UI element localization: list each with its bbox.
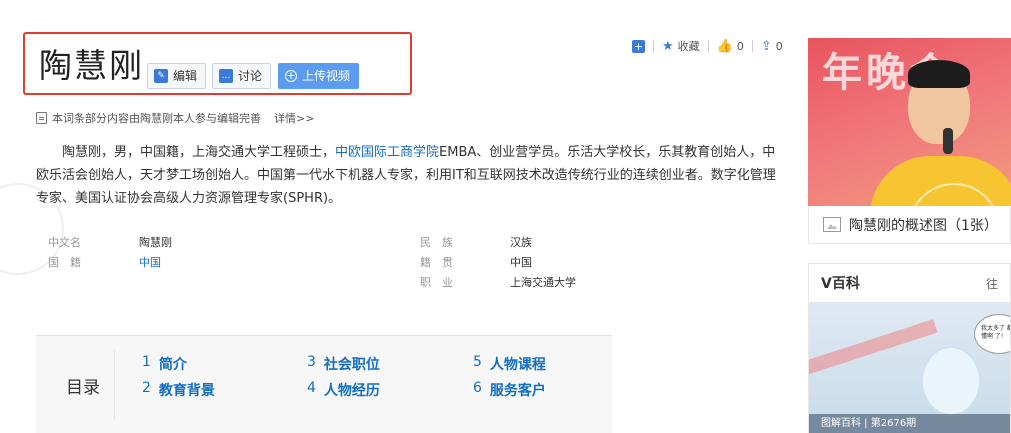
info-row: 国 籍 中国 — [48, 253, 172, 273]
plus-circle-icon: + — [285, 69, 297, 82]
info-value: 中国 — [510, 256, 532, 269]
divider — [707, 40, 709, 52]
info-value: 陶慧刚 — [139, 236, 172, 249]
pencil-icon: ✎ — [154, 69, 168, 83]
catalog-label-text: 社会职位 — [323, 357, 380, 373]
edit-button[interactable]: ✎ 编辑 — [147, 63, 207, 89]
vbaike-header: V百科 往 — [809, 264, 1010, 302]
info-row: 职 业 上海交通大学 — [420, 273, 576, 293]
edit-note: 本词条部分内容由陶慧刚本人参与编辑完善 详情>> — [36, 110, 314, 126]
catalog-num: 3 — [307, 354, 316, 370]
speech-bubble: 我太多了 都不懂啊 了! — [974, 314, 1010, 354]
catalog-label-text: 人物课程 — [489, 357, 546, 373]
catalog-divider — [114, 350, 115, 420]
catalog: 目录 1 简介 2 教育背景 3 社会职位 4 人物经历 5 人物课程 6 服务… — [36, 335, 612, 433]
photo-person-hair — [908, 60, 970, 88]
catalog-item-experience[interactable]: 4 人物经历 — [307, 380, 380, 400]
edit-note-text: 本词条部分内容由陶慧刚本人参与编辑完善 — [52, 112, 261, 125]
photo-caption-text: 陶慧刚的概述图（1张） — [849, 217, 998, 234]
catalog-label-text: 服务客户 — [489, 383, 546, 399]
catalog-label-text: 人物经历 — [323, 383, 380, 399]
star-icon[interactable]: ★ — [662, 39, 674, 54]
details-link[interactable]: 详情>> — [274, 110, 314, 126]
like-count: 0 — [736, 39, 744, 53]
add-icon[interactable]: + — [632, 39, 645, 53]
entry-main: 陶慧刚 ✎ 编辑 … 讨论 + 上传视频 + ★ 收藏 👍 0 ⇪ 0 本词条部… — [0, 0, 800, 433]
chat-icon: … — [219, 69, 233, 83]
discuss-button-label: 讨论 — [238, 69, 263, 83]
info-key: 国 籍 — [48, 256, 81, 269]
page-title: 陶慧刚 — [39, 46, 144, 85]
info-value: 汉族 — [510, 236, 532, 249]
info-row: 民 族 汉族 — [420, 233, 576, 253]
catalog-item-intro[interactable]: 1 简介 — [142, 354, 187, 374]
favorite-label[interactable]: 收藏 — [678, 38, 700, 54]
discuss-button[interactable]: … 讨论 — [212, 63, 272, 89]
info-value-link[interactable]: 中国 — [139, 253, 161, 273]
catalog-num: 2 — [142, 380, 151, 396]
vbaike-more-link[interactable]: 往 — [986, 275, 998, 292]
basic-info-right: 民 族 汉族 籍 贯 中国 职 业 上海交通大学 — [420, 233, 576, 293]
info-value: 上海交通大学 — [510, 276, 576, 289]
info-key: 籍 贯 — [420, 256, 453, 269]
edit-button-label: 编辑 — [173, 69, 198, 83]
info-key: 中文名 — [48, 236, 81, 249]
info-key: 民 族 — [420, 236, 453, 249]
microphone-icon — [943, 128, 953, 154]
catalog-item-courses[interactable]: 5 人物课程 — [473, 354, 546, 374]
catalog-num: 5 — [473, 354, 482, 370]
catalog-item-clients[interactable]: 6 服务客户 — [473, 380, 546, 400]
image-icon — [823, 217, 841, 232]
info-key: 职 业 — [420, 276, 453, 289]
upload-video-button[interactable]: + 上传视频 — [278, 63, 360, 89]
vbaike-title: V百科 — [821, 276, 860, 292]
catalog-label: 目录 — [66, 378, 100, 398]
catalog-label-text: 简介 — [158, 357, 187, 373]
speech-bubble-text: 我太多了 都不懂啊 了! — [981, 325, 1010, 340]
thumbs-up-icon[interactable]: 👍 — [717, 39, 733, 54]
upload-video-label: 上传视频 — [302, 69, 351, 83]
summary-photo[interactable]: 年晚会 — [808, 38, 1011, 206]
share-count: 0 — [775, 39, 783, 53]
vbaike-footer: 图解百科 | 第2676期 — [809, 414, 1010, 433]
divider — [751, 40, 753, 52]
info-row: 中文名 陶慧刚 — [48, 233, 172, 253]
photo-caption[interactable]: 陶慧刚的概述图（1张） — [808, 206, 1011, 244]
catalog-num: 6 — [473, 380, 482, 396]
share-icon[interactable]: ⇪ — [761, 39, 772, 54]
catalog-num: 1 — [142, 354, 151, 370]
catalog-item-education[interactable]: 2 教育背景 — [142, 380, 215, 400]
document-icon — [36, 112, 47, 124]
catalog-label-text: 教育背景 — [158, 383, 215, 399]
summary-text-1: 陶慧刚，男，中国籍，上海交通大学工程硕士， — [62, 145, 336, 160]
vbaike-thumbnail[interactable]: 我太多了 都不懂啊 了! 图解百科 | 第2676期 — [809, 302, 1010, 433]
info-row: 籍 贯 中国 — [420, 253, 576, 273]
divider — [653, 40, 654, 52]
summary-paragraph: 陶慧刚，男，中国籍，上海交通大学工程硕士，中欧国际工商学院EMBA、创业营学员。… — [36, 141, 778, 210]
catalog-num: 4 — [307, 380, 316, 396]
entry-actions: + ★ 收藏 👍 0 ⇪ 0 — [632, 38, 783, 54]
decorative-band — [809, 319, 938, 379]
title-highlight-box: 陶慧刚 ✎ 编辑 … 讨论 + 上传视频 — [23, 32, 412, 95]
vbaike-panel: V百科 往 我太多了 都不懂啊 了! 图解百科 | 第2676期 — [808, 263, 1011, 433]
ceibs-link[interactable]: 中欧国际工商学院 — [335, 145, 439, 160]
basic-info-left: 中文名 陶慧刚 国 籍 中国 — [48, 233, 172, 273]
cartoon-character — [921, 346, 981, 416]
catalog-item-positions[interactable]: 3 社会职位 — [307, 354, 380, 374]
